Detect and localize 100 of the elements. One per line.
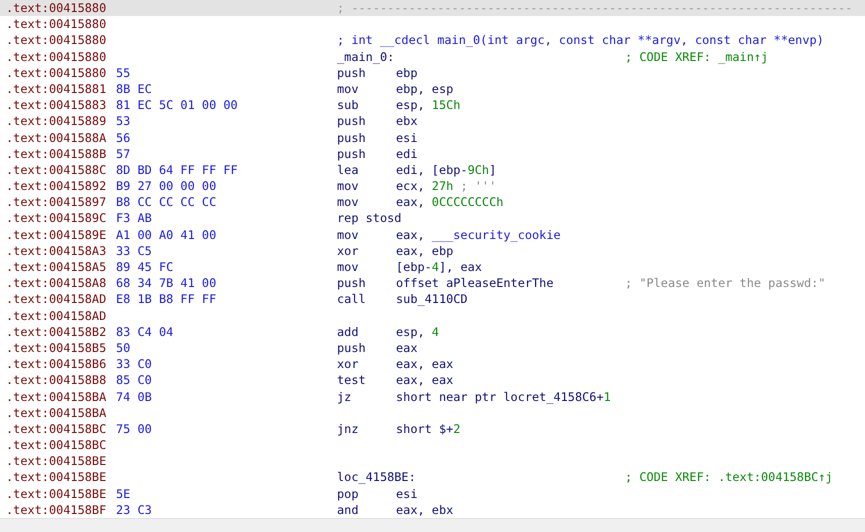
operand: ecx, 27h ; ''' bbox=[396, 178, 496, 194]
address-label: .text:004158BA bbox=[6, 388, 108, 405]
listing-row[interactable]: .text:004158BF 23 C3 and eax, ebx bbox=[0, 502, 865, 518]
address-label: .text:00415883 bbox=[6, 97, 108, 114]
byte-codes: 75 00 bbox=[116, 422, 152, 436]
byte-codes: 33 C0 bbox=[116, 357, 152, 372]
listing-row[interactable]: .text:0041588C 8D BD 64 FF FF FF lea edi, [ebp-9Ch] bbox=[0, 162, 865, 178]
mnemonic: test bbox=[337, 372, 367, 388]
xref-comment: ; CODE XREF: .text:004158BC↑j bbox=[625, 469, 833, 486]
address-label: .text:004158BC bbox=[6, 420, 108, 438]
address-label: .text:004158BE bbox=[6, 486, 108, 502]
listing-row[interactable]: .text:00415897 B8 CC CC CC CC mov eax, 0CCCCCCCCh bbox=[0, 194, 865, 210]
address-label: .text:004158BC bbox=[6, 437, 108, 454]
mnemonic: sub bbox=[337, 97, 360, 114]
operand: esp, 4 bbox=[396, 324, 439, 340]
listing-row[interactable]: .text:004158A8 68 34 7B 41 00 push offset aPleaseEnterThe ; "Please enter the passwd:" bbox=[0, 275, 865, 292]
address-label: .text:00415880 bbox=[6, 48, 108, 65]
listing-row[interactable]: .text:004158B2 83 C4 04 add esp, 4 bbox=[0, 324, 865, 340]
code-label: _main_0: bbox=[337, 48, 394, 65]
listing-row[interactable]: .text:00415880 ; int __cdecl main_0(int argc, const char **argv, const char **envp) bbox=[0, 32, 865, 49]
listing-row[interactable]: .text:00415883 81 EC 5C 01 00 00 sub esp, 15Ch bbox=[0, 97, 865, 114]
listing-row[interactable]: .text:0041589C F3 AB rep stosd bbox=[0, 210, 865, 227]
listing-row[interactable]: .text:004158AD bbox=[0, 308, 865, 324]
listing-row[interactable]: .text:00415889 53 push ebx bbox=[0, 113, 865, 130]
mnemonic: jz bbox=[337, 388, 352, 405]
listing-row[interactable]: .text:004158BC 75 00 jnz short $+2 bbox=[0, 420, 865, 438]
mnemonic: mov bbox=[337, 259, 360, 276]
listing-row[interactable]: .text:004158B6 33 C0 xor eax, eax bbox=[0, 356, 865, 372]
listing-row[interactable]: .text:0041588B 57 push edi bbox=[0, 146, 865, 162]
listing-row[interactable]: .text:0041589E A1 00 A0 41 00 mov eax, ___security_cookie bbox=[0, 226, 865, 243]
listing-row[interactable]: .text:004158BA 74 0B jz short near ptr locret_4158C6+1 bbox=[0, 388, 865, 405]
address-label: .text:0041588A bbox=[6, 130, 108, 146]
byte-codes: B9 27 00 00 00 bbox=[116, 179, 216, 194]
byte-codes: 68 34 7B 41 00 bbox=[116, 276, 216, 290]
listing-row[interactable]: .text:004158BA bbox=[0, 404, 865, 421]
listing-row[interactable]: .text:00415892 B9 27 00 00 00 mov ecx, 27h ; ''' bbox=[0, 178, 865, 194]
address-label: .text:004158BF bbox=[6, 502, 108, 518]
address-label: .text:004158AD bbox=[6, 308, 108, 324]
address-label: .text:00415880 bbox=[6, 64, 108, 81]
operand: edi, [ebp-9Ch] bbox=[396, 162, 496, 178]
address-label: .text:004158B6 bbox=[6, 356, 108, 372]
horizontal-scrollbar[interactable] bbox=[0, 518, 865, 532]
listing-row[interactable]: .text:0041588A 56 push esi bbox=[0, 130, 865, 146]
mnemonic: pop bbox=[337, 486, 360, 502]
listing-row[interactable]: .text:00415881 8B EC mov ebp, esp bbox=[0, 80, 865, 98]
operand: short $+2 bbox=[396, 420, 460, 438]
byte-codes: A1 00 A0 41 00 bbox=[116, 228, 216, 242]
listing-row[interactable]: .text:004158BE 5E pop esi bbox=[0, 486, 865, 502]
listing-row[interactable]: .text:004158A3 33 C5 xor eax, ebp bbox=[0, 242, 865, 259]
address-label: .text:004158B2 bbox=[6, 324, 108, 340]
operand: eax, eax bbox=[396, 372, 454, 388]
operand: [ebp-4], eax bbox=[396, 259, 482, 276]
mnemonic: mov bbox=[337, 178, 360, 194]
listing-row[interactable]: .text:00415880 ; ---------------------------------------------------------------------- bbox=[0, 0, 865, 16]
byte-codes: F3 AB bbox=[116, 211, 152, 226]
address-label: .text:004158B8 bbox=[6, 372, 108, 388]
byte-codes: 81 EC 5C 01 00 00 bbox=[116, 98, 238, 112]
separator-line: ; ---------------------------------------------------------------------- bbox=[337, 0, 852, 16]
mnemonic: push bbox=[337, 146, 367, 162]
address-label: .text:004158A8 bbox=[6, 275, 108, 292]
mnemonic: push bbox=[337, 275, 367, 292]
mnemonic: call bbox=[337, 291, 367, 308]
byte-codes: 53 bbox=[116, 114, 130, 128]
listing-row[interactable]: .text:004158BC bbox=[0, 437, 865, 454]
address-label: .text:004158BE bbox=[6, 453, 108, 470]
xref-comment: ; CODE XREF: _main↑j bbox=[625, 48, 768, 65]
operand: offset aPleaseEnterThe bbox=[396, 275, 554, 292]
address-label: .text:004158BA bbox=[6, 404, 108, 421]
listing-row[interactable]: .text:004158BE bbox=[0, 453, 865, 470]
operand: esp, 15Ch bbox=[396, 97, 460, 114]
listing-row[interactable]: .text:004158A5 89 45 FC mov [ebp-4], eax bbox=[0, 259, 865, 276]
byte-codes: 33 C5 bbox=[116, 244, 152, 258]
mnemonic: and bbox=[337, 502, 360, 518]
byte-codes: 8D BD 64 FF FF FF bbox=[116, 162, 238, 177]
address-label: .text:0041589E bbox=[6, 226, 108, 243]
listing-row[interactable]: .text:00415880 bbox=[0, 16, 865, 32]
operand: eax, 0CCCCCCCCh bbox=[396, 194, 504, 210]
byte-codes: E8 1B B8 FF FF bbox=[116, 292, 216, 306]
address-label: .text:004158B5 bbox=[6, 340, 108, 356]
listing-row[interactable]: .text:004158B8 85 C0 test eax, eax bbox=[0, 372, 865, 388]
operand: ebx bbox=[396, 113, 418, 130]
address-label: .text:00415889 bbox=[6, 113, 108, 130]
byte-codes: B8 CC CC CC CC bbox=[116, 195, 216, 210]
address-label: .text:0041589C bbox=[6, 210, 108, 227]
operand: esi bbox=[396, 486, 418, 502]
code-label: loc_4158BE: bbox=[337, 469, 416, 486]
listing-row[interactable]: .text:004158BE loc_4158BE: ; CODE XREF: .text:004158BC↑j bbox=[0, 469, 865, 486]
byte-codes: 56 bbox=[116, 130, 130, 144]
operand: eax, eax bbox=[396, 356, 454, 372]
listing-row[interactable]: .text:004158B5 50 push eax bbox=[0, 340, 865, 356]
address-label: .text:00415880 bbox=[6, 0, 108, 16]
listing-row[interactable]: .text:004158AD E8 1B B8 FF FF call sub_4110CD bbox=[0, 291, 865, 308]
mnemonic: push bbox=[337, 113, 367, 130]
operand: esi bbox=[396, 130, 418, 146]
mnemonic: rep stosd bbox=[337, 210, 402, 227]
byte-codes: 89 45 FC bbox=[116, 260, 174, 274]
listing-row[interactable]: .text:00415880 _main_0: ; CODE XREF: _main↑j bbox=[0, 48, 865, 65]
listing-row[interactable]: .text:00415880 55 push ebp bbox=[0, 64, 865, 81]
byte-codes: 50 bbox=[116, 340, 130, 355]
operand: ebp, esp bbox=[396, 80, 454, 98]
